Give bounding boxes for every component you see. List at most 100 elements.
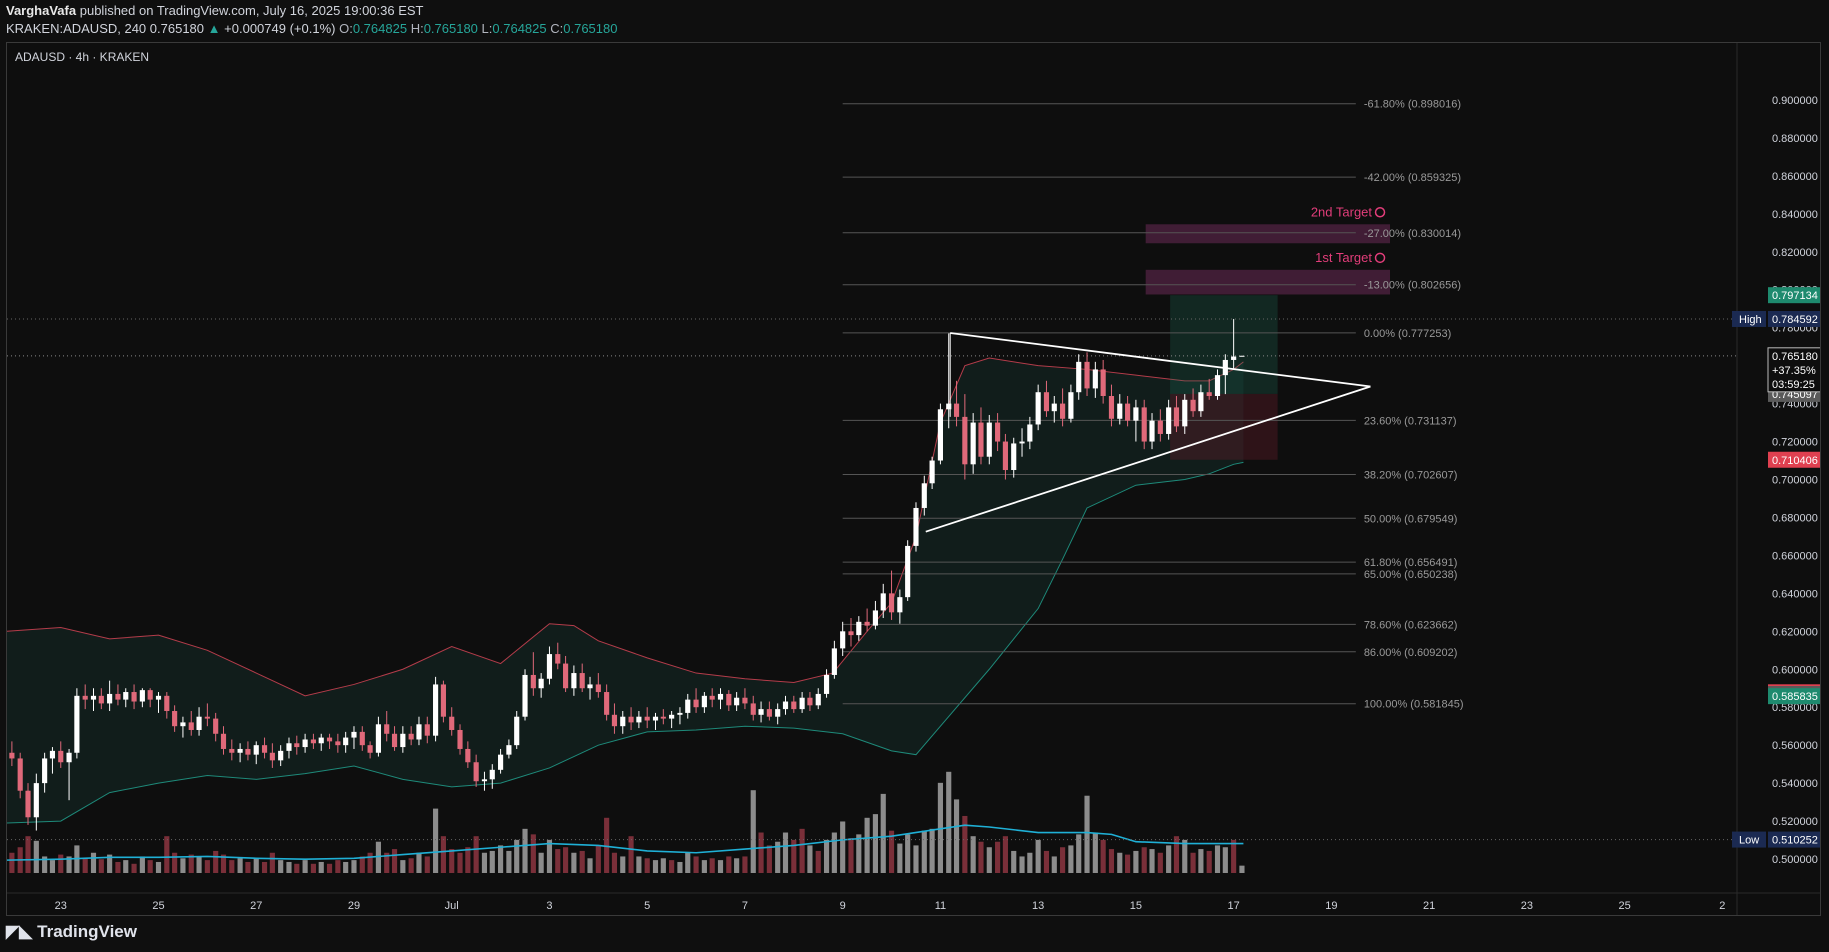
volume-bar	[229, 860, 235, 873]
candle-body	[196, 716, 202, 730]
candle-body	[278, 750, 284, 761]
price-label-text: 0.710406	[1772, 455, 1818, 467]
last-price: 0.765180	[149, 21, 205, 36]
price-tag-label: High	[1739, 314, 1762, 326]
candle-body	[555, 654, 561, 664]
candle-body	[1027, 424, 1033, 442]
candle-body	[604, 692, 610, 715]
volume-bar	[636, 856, 642, 873]
price-label-text: 0.510252	[1772, 835, 1818, 847]
fib-level-label: -13.00% (0.802656)	[1364, 280, 1461, 292]
volume-bar	[652, 860, 659, 873]
volume-bar	[498, 845, 504, 873]
volume-bar	[139, 856, 145, 873]
volume-bar	[131, 863, 137, 873]
time-axis-tick: 19	[1325, 900, 1337, 912]
volume-bar	[726, 856, 732, 873]
volume-bar	[269, 852, 275, 873]
time-axis-tick: 7	[742, 900, 748, 912]
time-axis-tick: Jul	[445, 900, 459, 912]
candle-body	[1051, 403, 1057, 412]
candle-body	[400, 733, 406, 748]
time-axis-tick: 17	[1228, 900, 1240, 912]
volume-bar	[897, 843, 903, 873]
fib-level-label: -61.80% (0.898016)	[1364, 99, 1461, 111]
time-axis-tick: 11	[935, 900, 946, 912]
volume-bar	[530, 834, 536, 873]
fib-level-label: 0.00% (0.777253)	[1364, 328, 1451, 340]
volume-bar	[848, 838, 854, 873]
candle-body	[66, 752, 72, 763]
fib-level-label: -27.00% (0.830014)	[1364, 228, 1461, 240]
volume-bar	[872, 814, 878, 873]
volume-bar	[742, 856, 748, 873]
volume-bar	[343, 861, 349, 873]
candle-body	[481, 779, 488, 782]
volume-bar	[294, 863, 300, 873]
volume-bar	[685, 852, 691, 873]
candle-body	[888, 593, 895, 613]
volume-bar	[522, 828, 528, 873]
volume-bar	[481, 852, 488, 873]
candle-body	[498, 754, 504, 770]
volume-bar	[831, 832, 837, 873]
brand-name[interactable]: TradingView	[37, 922, 137, 942]
candle-body	[416, 724, 422, 740]
candle-body	[1084, 361, 1090, 389]
candle-body	[864, 621, 870, 626]
fib-level-label: 65.00% (0.650238)	[1364, 569, 1458, 581]
last-price-change: +37.35%	[1772, 365, 1816, 377]
candle-body	[1190, 399, 1196, 412]
volume-bar	[611, 852, 618, 873]
volume-bar	[286, 861, 292, 873]
candle-body	[1157, 420, 1163, 434]
volume-bar	[946, 771, 952, 873]
volume-bar	[1166, 845, 1172, 873]
publish-info: published on TradingView.com, July 16, 2…	[79, 3, 424, 18]
volume-bar	[709, 858, 715, 873]
candle-body	[709, 695, 715, 700]
candle-body	[563, 663, 569, 689]
volume-bar	[628, 836, 634, 873]
candle-body	[49, 750, 56, 759]
volume-bar	[147, 860, 153, 873]
volume-bar	[840, 821, 846, 873]
candle-body	[172, 711, 178, 727]
price-chart[interactable]: ADAUSD · 4h · KRAKEN 2nd Target 1st Target…	[7, 43, 1820, 915]
time-axis-tick: 23	[1521, 900, 1533, 912]
price-axis-tick: 0.700000	[1772, 475, 1818, 487]
price-change: +0.000749 (+0.1%)	[224, 21, 336, 36]
volume-bar	[1133, 850, 1139, 873]
time-axis-tick: 25	[152, 900, 164, 912]
volume-bar	[424, 856, 430, 873]
price-axis-tick: 0.520000	[1772, 816, 1818, 828]
candle-body	[440, 684, 446, 717]
volume-bar	[9, 852, 15, 873]
chart-pane[interactable]: ADAUSD · 4h · KRAKEN 2nd Target 1st Target…	[6, 42, 1821, 916]
candle-body	[937, 409, 943, 461]
volume-bar	[416, 852, 422, 873]
candle-body	[1206, 392, 1212, 397]
volume-bar	[318, 861, 324, 873]
price-axis-tick: 0.820000	[1772, 247, 1818, 259]
candle-body	[375, 724, 381, 753]
volume-bar	[164, 836, 170, 873]
volume-bar	[766, 845, 772, 873]
footer-brand: ◤◣ TradingView	[6, 922, 137, 942]
candle-body	[457, 729, 463, 749]
volume-bar	[335, 860, 341, 873]
target-zone-box	[1145, 224, 1391, 244]
candle-body	[734, 697, 740, 706]
volume-bar	[1035, 839, 1041, 873]
candle-body	[367, 745, 373, 753]
volume-bar	[489, 850, 495, 873]
candle-body	[261, 745, 268, 753]
candle-body	[660, 716, 666, 719]
candle-body	[595, 684, 601, 693]
time-axis-tick: 21	[1423, 900, 1435, 912]
tradingview-logo-icon[interactable]: ◤◣	[6, 922, 32, 942]
candle-body	[840, 631, 846, 649]
author-name[interactable]: VarghaVafa	[6, 3, 76, 18]
candle-body	[326, 737, 333, 742]
high-value: 0.765180	[423, 21, 478, 36]
